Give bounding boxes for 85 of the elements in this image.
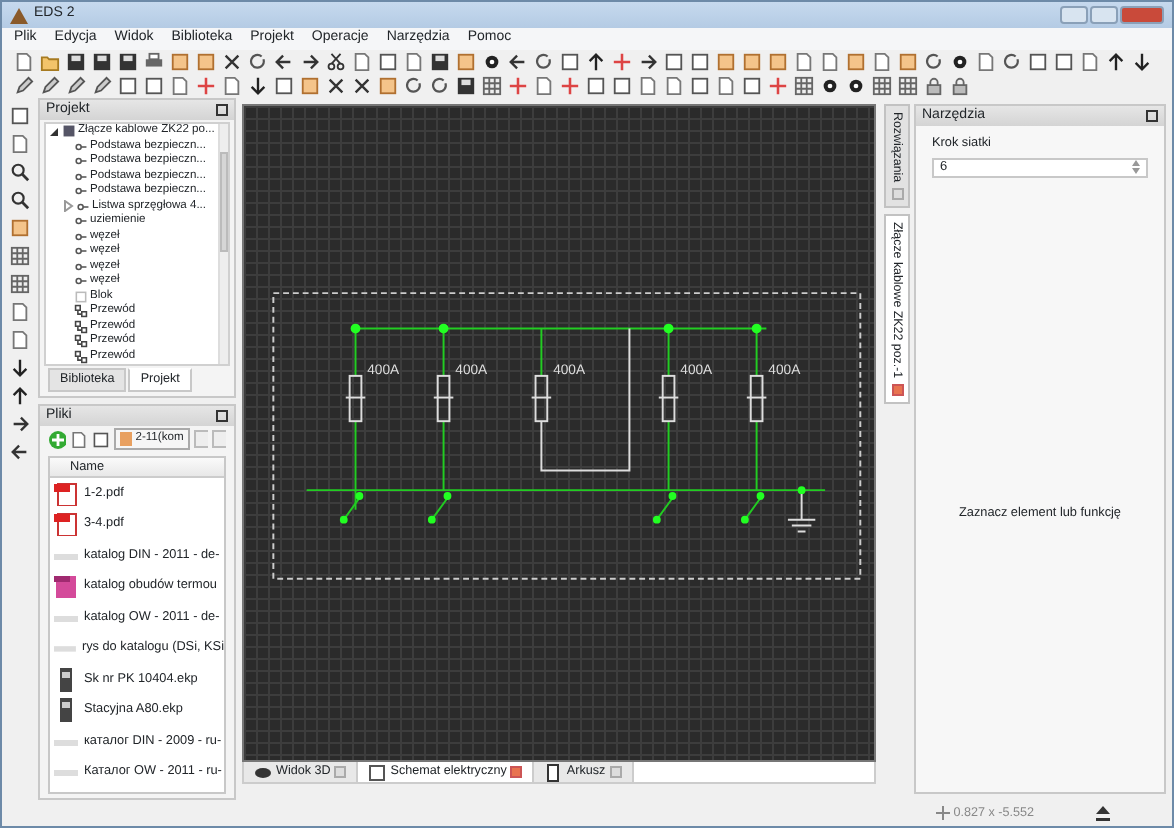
close-tab-button[interactable]	[510, 766, 523, 778]
gear-icon[interactable]	[482, 52, 502, 72]
square-icon[interactable]	[118, 76, 138, 96]
square-icon[interactable]	[690, 76, 710, 96]
printer-icon[interactable]	[144, 52, 164, 72]
device-icon	[54, 698, 78, 723]
grid-icon[interactable]	[10, 246, 30, 266]
tile-icon[interactable]	[898, 52, 918, 72]
scissors-icon[interactable]	[326, 52, 346, 72]
tile-icon[interactable]	[10, 218, 30, 238]
tile-icon[interactable]	[846, 52, 866, 72]
up-arrow-icon[interactable]	[1106, 52, 1126, 72]
undock-icon[interactable]	[216, 410, 228, 422]
page-icon[interactable]	[10, 134, 30, 154]
up-arrow-icon[interactable]	[586, 52, 606, 72]
padlock-icon[interactable]	[924, 76, 944, 96]
tile-icon[interactable]	[196, 52, 216, 72]
tile-icon[interactable]	[378, 76, 398, 96]
square-icon[interactable]	[1054, 52, 1074, 72]
up-arrow-icon[interactable]	[10, 386, 30, 406]
device-icon	[54, 667, 78, 692]
magnifier-icon[interactable]	[10, 162, 30, 182]
document-icon	[54, 574, 78, 599]
tile-icon[interactable]	[716, 52, 736, 72]
crosshair-icon	[935, 806, 950, 820]
tile-icon[interactable]	[456, 52, 476, 72]
right-arrow-icon[interactable]	[300, 52, 320, 72]
block-icon	[74, 289, 88, 304]
right-arrow-icon[interactable]	[10, 414, 30, 434]
tile-icon[interactable]	[300, 76, 320, 96]
padlock-icon[interactable]	[950, 76, 970, 96]
undock-icon[interactable]	[216, 104, 228, 116]
square-icon[interactable]	[274, 76, 294, 96]
collapse-arrow-icon[interactable]	[48, 125, 60, 138]
square-icon[interactable]	[1028, 52, 1048, 72]
magnifier-icon[interactable]	[10, 190, 30, 210]
left-arrow-icon[interactable]	[274, 52, 294, 72]
add-icon[interactable]	[48, 429, 66, 449]
cross-icon[interactable]	[352, 76, 372, 96]
expand-arrow-icon[interactable]	[62, 200, 74, 213]
eject-icon[interactable]	[1094, 804, 1112, 822]
app-logo-icon	[10, 7, 28, 23]
grid-icon[interactable]	[898, 76, 918, 96]
grid-icon[interactable]	[10, 274, 30, 294]
left-arrow-icon[interactable]	[508, 52, 528, 72]
folder-icon	[119, 432, 132, 446]
grid-icon[interactable]	[794, 76, 814, 96]
square-icon[interactable]	[10, 106, 30, 126]
plus-icon[interactable]	[196, 76, 216, 96]
pdf-file-icon	[54, 512, 78, 537]
gear-icon[interactable]	[950, 52, 970, 72]
grid-icon[interactable]	[872, 76, 892, 96]
pdf-file-icon	[54, 481, 78, 506]
down-arrow-icon[interactable]	[1132, 52, 1152, 72]
page-icon[interactable]	[69, 429, 88, 449]
scrollbar-thumb[interactable]	[220, 152, 228, 252]
right-arrow-icon[interactable]	[638, 52, 658, 72]
square-icon[interactable]	[560, 52, 580, 72]
left-arrow-icon[interactable]	[10, 442, 30, 462]
spinner-arrows-icon[interactable]	[1132, 160, 1140, 175]
grid-icon[interactable]	[482, 76, 502, 96]
plus-icon[interactable]	[508, 76, 528, 96]
square-icon[interactable]	[742, 76, 762, 96]
project-icon	[62, 124, 76, 139]
close-tab-button[interactable]	[891, 384, 903, 397]
square-icon[interactable]	[612, 76, 632, 96]
plus-icon[interactable]	[768, 76, 788, 96]
square-icon[interactable]	[91, 429, 110, 449]
down-arrow-icon[interactable]	[248, 76, 268, 96]
eye-icon	[254, 763, 272, 781]
square-icon[interactable]	[690, 52, 710, 72]
tile-icon[interactable]	[170, 52, 190, 72]
undock-icon[interactable]	[1146, 110, 1158, 122]
plus-icon[interactable]	[612, 52, 632, 72]
cross-icon[interactable]	[222, 52, 242, 72]
square-icon[interactable]	[664, 52, 684, 72]
circuit-icon	[368, 763, 387, 781]
cross-icon[interactable]	[326, 76, 346, 96]
square-icon[interactable]	[378, 52, 398, 72]
tile-icon[interactable]	[742, 52, 762, 72]
square-icon[interactable]	[586, 76, 606, 96]
tile-icon[interactable]	[768, 52, 788, 72]
plus-icon[interactable]	[560, 76, 580, 96]
square-icon[interactable]	[144, 76, 164, 96]
down-arrow-icon[interactable]	[10, 358, 30, 378]
